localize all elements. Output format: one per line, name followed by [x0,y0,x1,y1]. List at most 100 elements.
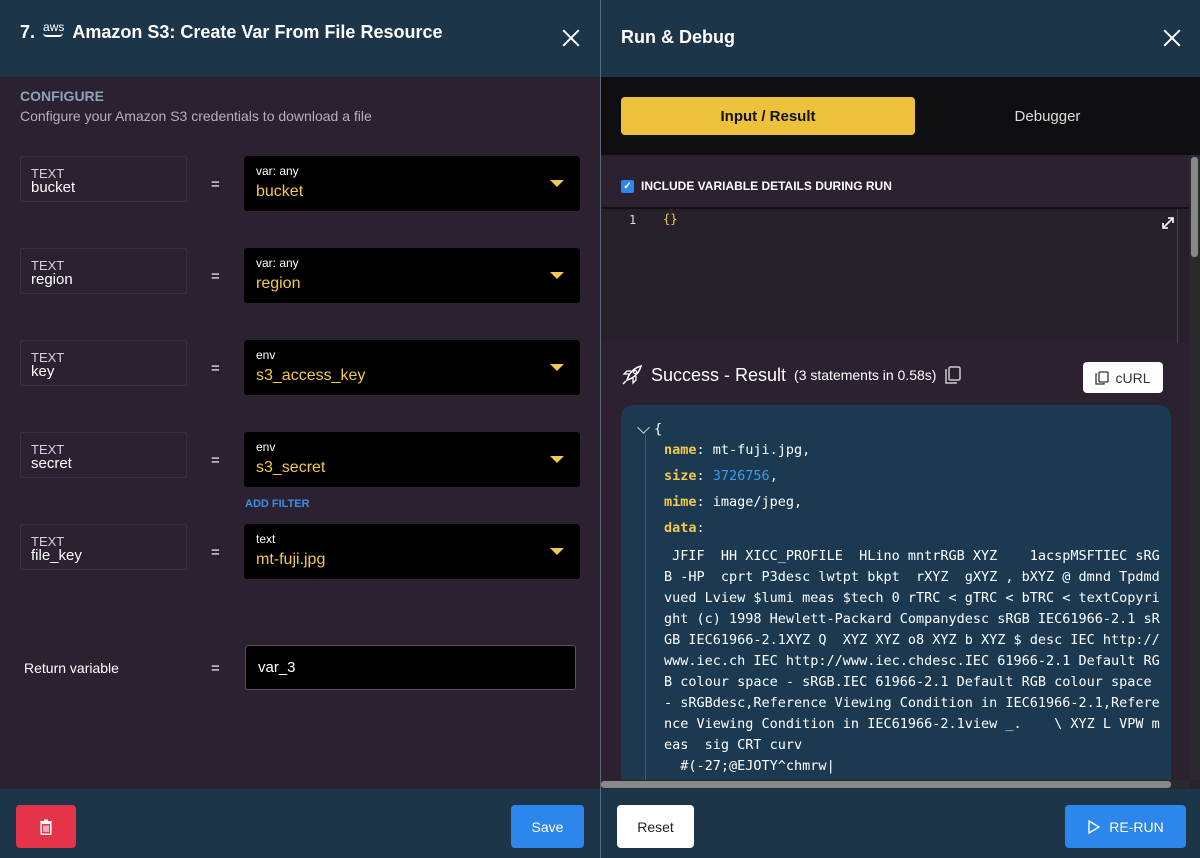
value-select-file-key[interactable]: text mt-fuji.jpg [244,524,580,579]
value-type: var: any [256,256,299,270]
json-key: size [664,468,697,484]
equals-sign: = [211,268,220,285]
value-select-bucket[interactable]: var: any bucket [244,156,580,211]
run-debug-panel: Run & Debug Input / Result Debugger ✓ IN… [601,0,1200,858]
tab-input-result[interactable]: Input / Result [621,97,915,135]
param-name: key [31,363,55,380]
rocket-icon [622,364,643,385]
json-root: { [637,420,663,437]
editor-scrollbar[interactable] [1177,209,1178,343]
return-variable-input[interactable]: var_3 [245,645,576,690]
json-row-size: size: 3726756, [664,468,778,484]
line-number: 1 [629,213,637,227]
editor-code: {} [663,212,678,226]
equals-sign: = [211,544,220,561]
config-title: 7. aws Amazon S3: Create Var From File R… [20,21,443,43]
value-text: mt-fuji.jpg [256,551,326,568]
result-title: Success - Result [651,364,787,385]
value-type: env [256,440,276,454]
json-value: 3726756 [712,468,770,484]
vertical-scroll-thumb[interactable] [1191,157,1198,257]
json-value: mt-fuji.jpg, [712,442,811,458]
json-row-data: data: [664,520,705,536]
equals-sign: = [211,660,220,677]
reset-button[interactable]: Reset [617,805,694,848]
value-text: s3_secret [256,459,326,476]
trash-icon [40,819,52,835]
equals-sign: = [211,360,220,377]
param-bucket: TEXT bucket [20,156,187,202]
function-title: Amazon S3: Create Var From File Resource [72,22,443,42]
value-select-key[interactable]: env s3_access_key [244,340,580,395]
json-value: image/jpeg, [712,494,803,510]
run-debug-header: Run & Debug [601,0,1200,77]
equals-sign: = [211,452,220,469]
value-type: env [256,348,276,362]
result-header: Success - Result (3 statements in 0.58s) [621,364,962,386]
param-file-key: TEXT file_key [20,524,187,570]
include-details-checkbox[interactable]: ✓ [621,179,634,193]
vertical-scrollbar[interactable] [1189,155,1200,780]
config-footer [0,789,600,858]
step-number: 7. [20,22,36,42]
rerun-label: RE-RUN [1109,818,1164,835]
value-type: text [256,532,276,546]
section-label: CONFIGURE [20,88,104,104]
horizontal-scrollbar[interactable] [601,780,1189,789]
equals-sign: = [211,176,220,193]
json-key: data [664,520,697,536]
delete-button[interactable] [16,805,76,848]
run-debug-title: Run & Debug [621,27,735,47]
json-indent-guide [645,435,646,780]
config-header: 7. aws Amazon S3: Create Var From File R… [0,0,600,77]
return-variable-label: Return variable [24,660,119,676]
param-name: bucket [31,179,76,196]
horizontal-scroll-thumb[interactable] [601,781,1171,788]
section-description: Configure your Amazon S3 credentials to … [20,108,372,124]
save-button[interactable]: Save [511,805,584,848]
copy-icon[interactable] [944,366,962,384]
curl-button[interactable]: cURL [1083,362,1163,393]
json-open-brace: { [654,421,663,437]
curl-label: cURL [1115,369,1151,386]
value-text: region [256,275,301,292]
rerun-button[interactable]: RE-RUN [1065,805,1186,848]
input-code-editor[interactable]: 1 {} [601,207,1189,343]
function-config-panel: 7. aws Amazon S3: Create Var From File R… [0,0,600,858]
caret-down-icon [550,548,564,555]
value-type: var: any [256,164,299,178]
close-run-debug-icon[interactable] [1161,27,1183,49]
caret-down-icon [550,364,564,371]
caret-down-icon [550,272,564,279]
value-select-secret[interactable]: env s3_secret [244,432,580,487]
param-name: file_key [31,547,82,564]
param-name: secret [31,455,72,472]
tab-debugger[interactable]: Debugger [935,97,1160,135]
result-meta: (3 statements in 0.58s) [794,367,937,383]
json-key: name [664,442,697,458]
include-details-row: ✓ INCLUDE VARIABLE DETAILS DURING RUN [621,179,892,193]
param-region: TEXT region [20,248,187,294]
value-text: bucket [256,183,304,200]
json-row-mime: mime: image/jpeg, [664,494,803,510]
include-details-label: INCLUDE VARIABLE DETAILS DURING RUN [641,179,892,193]
caret-down-icon [550,180,564,187]
param-key: TEXT key [20,340,187,386]
value-text: s3_access_key [256,367,366,384]
param-name: region [31,271,73,288]
tab-bar: Input / Result Debugger [601,77,1200,155]
json-data-value: JFIF HH XICC_PROFILE HLino mntrRGB XYZ 1… [664,548,1160,774]
json-row-name: name: mt-fuji.jpg, [664,442,811,458]
value-select-region[interactable]: var: any region [244,248,580,303]
result-json-viewer: { name: mt-fuji.jpg, size: 3726756, mime… [621,405,1171,780]
close-config-icon[interactable] [560,27,582,49]
caret-down-icon [550,456,564,463]
json-key: mime [664,494,697,510]
copy-icon [1095,370,1110,385]
play-icon [1088,819,1101,834]
add-filter-link[interactable]: ADD FILTER [245,498,310,510]
expand-icon[interactable] [1161,216,1175,230]
aws-logo-icon: aws [43,21,64,37]
param-secret: TEXT secret [20,432,187,478]
chevron-down-icon[interactable] [637,420,650,434]
